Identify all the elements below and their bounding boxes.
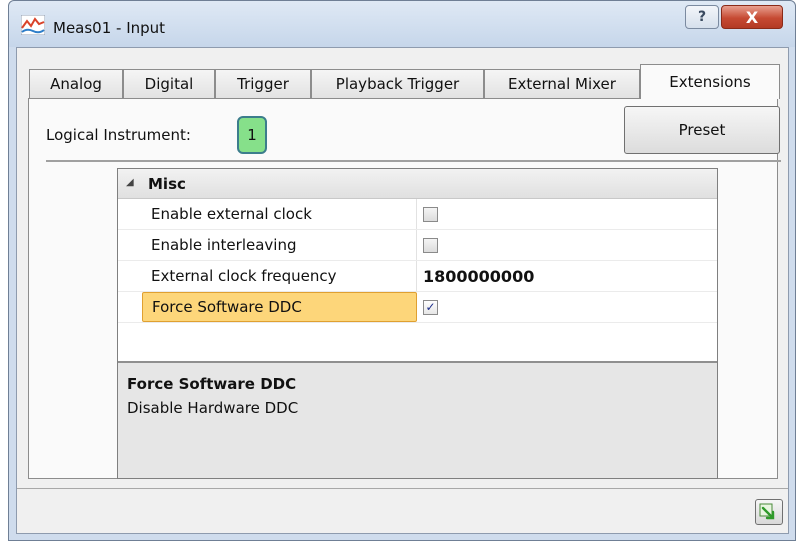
tab-trigger[interactable]: Trigger [215, 69, 311, 98]
app-icon [21, 15, 45, 35]
preset-label: Preset [678, 121, 726, 139]
tab-label: Extensions [669, 73, 751, 91]
description-area: Force Software DDC Disable Hardware DDC [118, 361, 717, 478]
prop-row-force-software-ddc: Force Software DDC ✓ [118, 292, 717, 323]
close-icon: X [745, 7, 759, 27]
property-grid: ◢ Misc Enable external clock Enable inte… [117, 168, 718, 479]
checkmark-icon: ✓ [425, 300, 436, 314]
tab-strip: Analog Digital Trigger Playback Trigger … [29, 64, 789, 99]
prop-name[interactable]: Enable interleaving [142, 230, 417, 260]
bottom-separator [17, 488, 788, 489]
logical-instrument-label: Logical Instrument: [46, 126, 191, 144]
tab-digital[interactable]: Digital [123, 69, 215, 98]
description-title: Force Software DDC [127, 375, 297, 393]
prop-row-enable-external-clock: Enable external clock [118, 199, 717, 230]
category-misc[interactable]: ◢ Misc [118, 169, 717, 199]
prop-name[interactable]: Enable external clock [142, 199, 417, 229]
title-bar[interactable]: Meas01 - Input ? X [9, 1, 795, 47]
window-title: Meas01 - Input [53, 19, 166, 37]
tab-label: Playback Trigger [335, 75, 460, 93]
help-icon: ? [697, 9, 707, 25]
prop-value: ✓ [418, 292, 438, 322]
logical-instrument-value: 1 [247, 126, 257, 144]
prop-row-external-clock-frequency: External clock frequency 1800000000 [118, 261, 717, 292]
prop-row-enable-interleaving: Enable interleaving [118, 230, 717, 261]
external-clock-frequency-value[interactable]: 1800000000 [423, 267, 534, 286]
tab-label: Analog [50, 75, 102, 93]
tab-playback-trigger[interactable]: Playback Trigger [311, 69, 484, 98]
preset-button[interactable]: Preset [624, 106, 780, 154]
tab-analog[interactable]: Analog [29, 69, 123, 98]
tab-external-mixer[interactable]: External Mixer [484, 69, 640, 98]
tab-label: Digital [144, 75, 194, 93]
prop-value [418, 230, 438, 260]
prop-value: 1800000000 [418, 261, 534, 291]
green-arrow-icon [759, 503, 775, 520]
collapse-triangle-icon[interactable]: ◢ [126, 177, 134, 188]
category-label: Misc [148, 175, 186, 193]
description-text: Disable Hardware DDC [127, 399, 299, 417]
enable-external-clock-checkbox[interactable] [423, 206, 438, 222]
dialog-window: Meas01 - Input ? X Analog Digital Trigge… [8, 0, 796, 541]
tab-label: Trigger [237, 75, 289, 93]
prop-name-selected[interactable]: Force Software DDC [142, 292, 417, 322]
prop-name[interactable]: External clock frequency [142, 261, 417, 291]
tab-label: External Mixer [508, 75, 616, 93]
force-software-ddc-checkbox[interactable]: ✓ [423, 299, 438, 315]
logical-instrument-badge[interactable]: 1 [237, 116, 267, 154]
prop-value [418, 199, 438, 229]
apply-button[interactable] [755, 499, 783, 525]
help-button[interactable]: ? [685, 5, 719, 29]
tab-extensions[interactable]: Extensions [640, 64, 780, 99]
enable-interleaving-checkbox[interactable] [423, 237, 438, 253]
dialog-client: Analog Digital Trigger Playback Trigger … [16, 47, 789, 534]
separator [46, 160, 781, 162]
close-button[interactable]: X [721, 5, 783, 29]
